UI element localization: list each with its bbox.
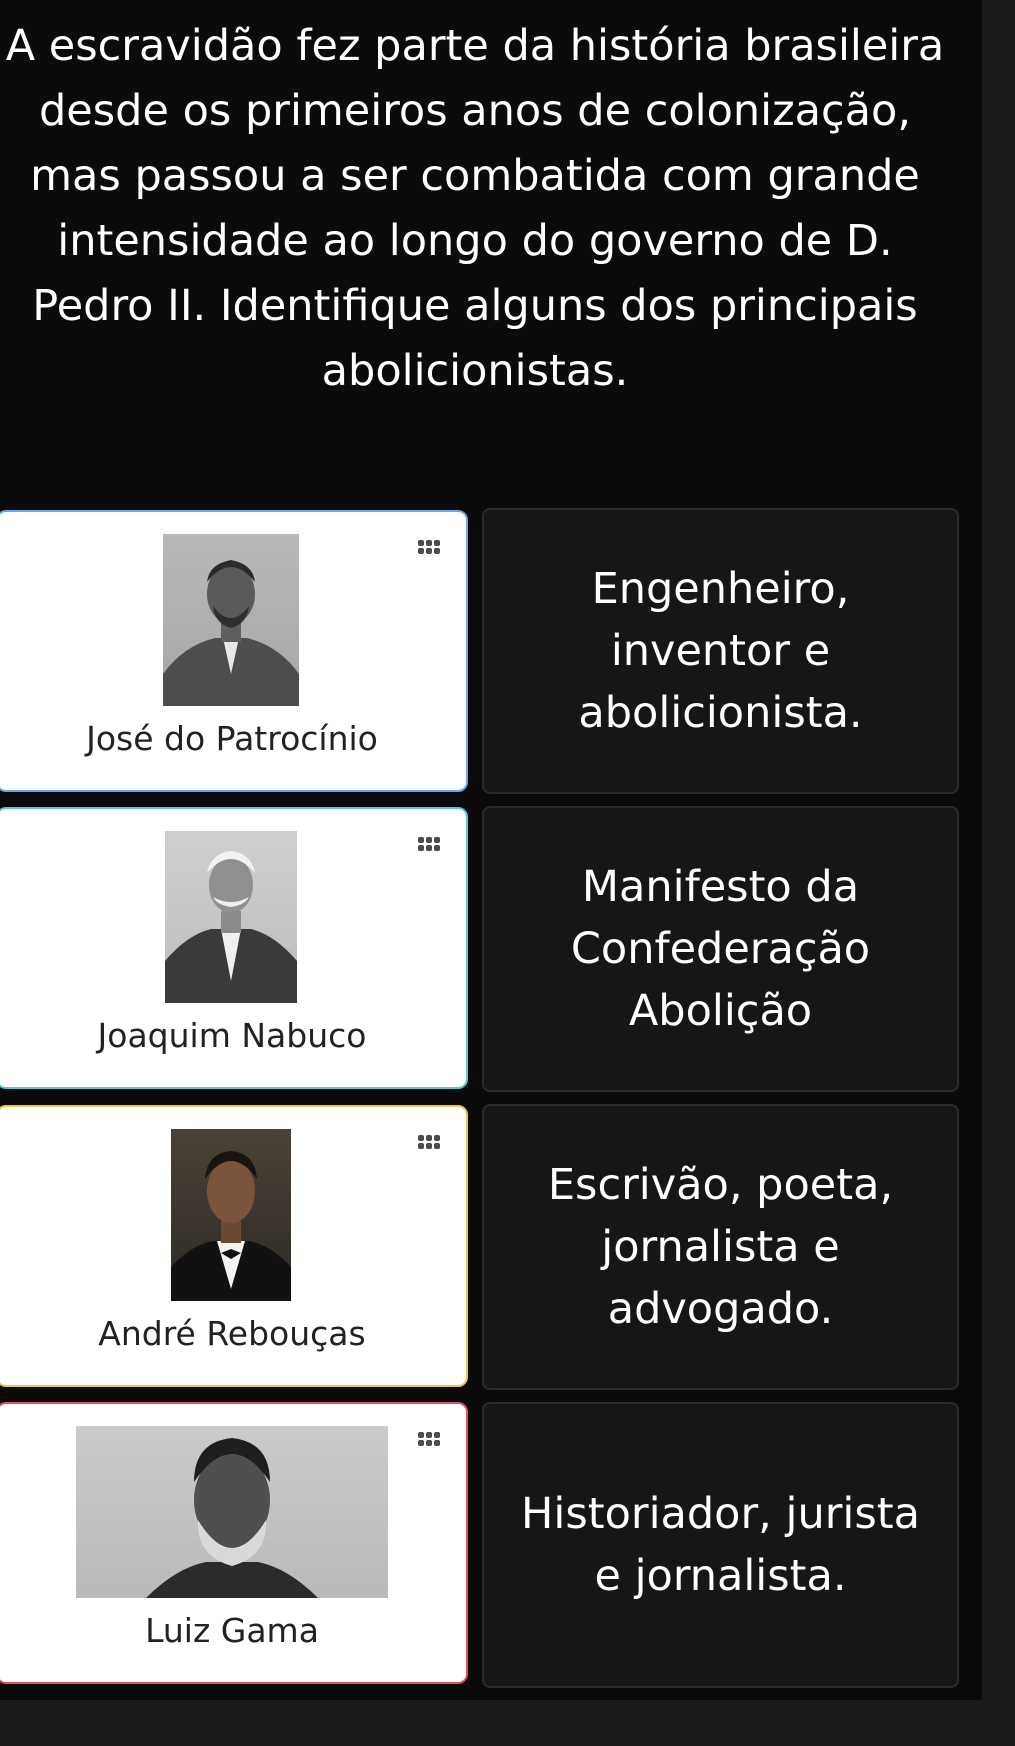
- card-name: Joaquim Nabuco: [97, 1016, 367, 1055]
- drag-handle-icon[interactable]: [418, 837, 440, 851]
- portrait-image: [165, 831, 297, 1003]
- card-name: Luiz Gama: [145, 1611, 319, 1650]
- drag-handle-icon[interactable]: [418, 1432, 440, 1446]
- match-card-luiz-gama[interactable]: Luiz Gama: [0, 1402, 468, 1684]
- portrait-image: [76, 1426, 388, 1598]
- description-slot-1[interactable]: Engenheiro, inventor e abolicionista.: [482, 508, 959, 794]
- description-text: Historiador, jurista e jornalista.: [521, 1489, 920, 1601]
- description-text: Manifesto da Confederação Abolição: [570, 862, 871, 1036]
- description-slot-3[interactable]: Escrivão, poeta, jornalista e advogado.: [482, 1104, 959, 1390]
- drag-handle-icon[interactable]: [418, 1135, 440, 1149]
- portrait-image: [163, 534, 299, 706]
- portrait-image: [171, 1129, 291, 1301]
- match-card-joaquim-nabuco[interactable]: Joaquim Nabuco: [0, 807, 468, 1089]
- description-slot-4[interactable]: Historiador, jurista e jornalista.: [482, 1402, 959, 1688]
- drag-handle-icon[interactable]: [418, 540, 440, 554]
- card-name: José do Patrocínio: [86, 719, 378, 758]
- question-text: A escravidão fez parte da história brasi…: [5, 21, 945, 396]
- description-slot-2[interactable]: Manifesto da Confederação Abolição: [482, 806, 959, 1092]
- card-name: André Rebouças: [98, 1314, 366, 1353]
- scroll-track: [982, 0, 1015, 1746]
- match-card-jose-do-patrocinio[interactable]: José do Patrocínio: [0, 510, 468, 792]
- description-text: Escrivão, poeta, jornalista e advogado.: [547, 1160, 894, 1334]
- bottom-bar: [0, 1700, 1015, 1746]
- description-text: Engenheiro, inventor e abolicionista.: [578, 564, 863, 738]
- match-card-andre-reboucas[interactable]: André Rebouças: [0, 1105, 468, 1387]
